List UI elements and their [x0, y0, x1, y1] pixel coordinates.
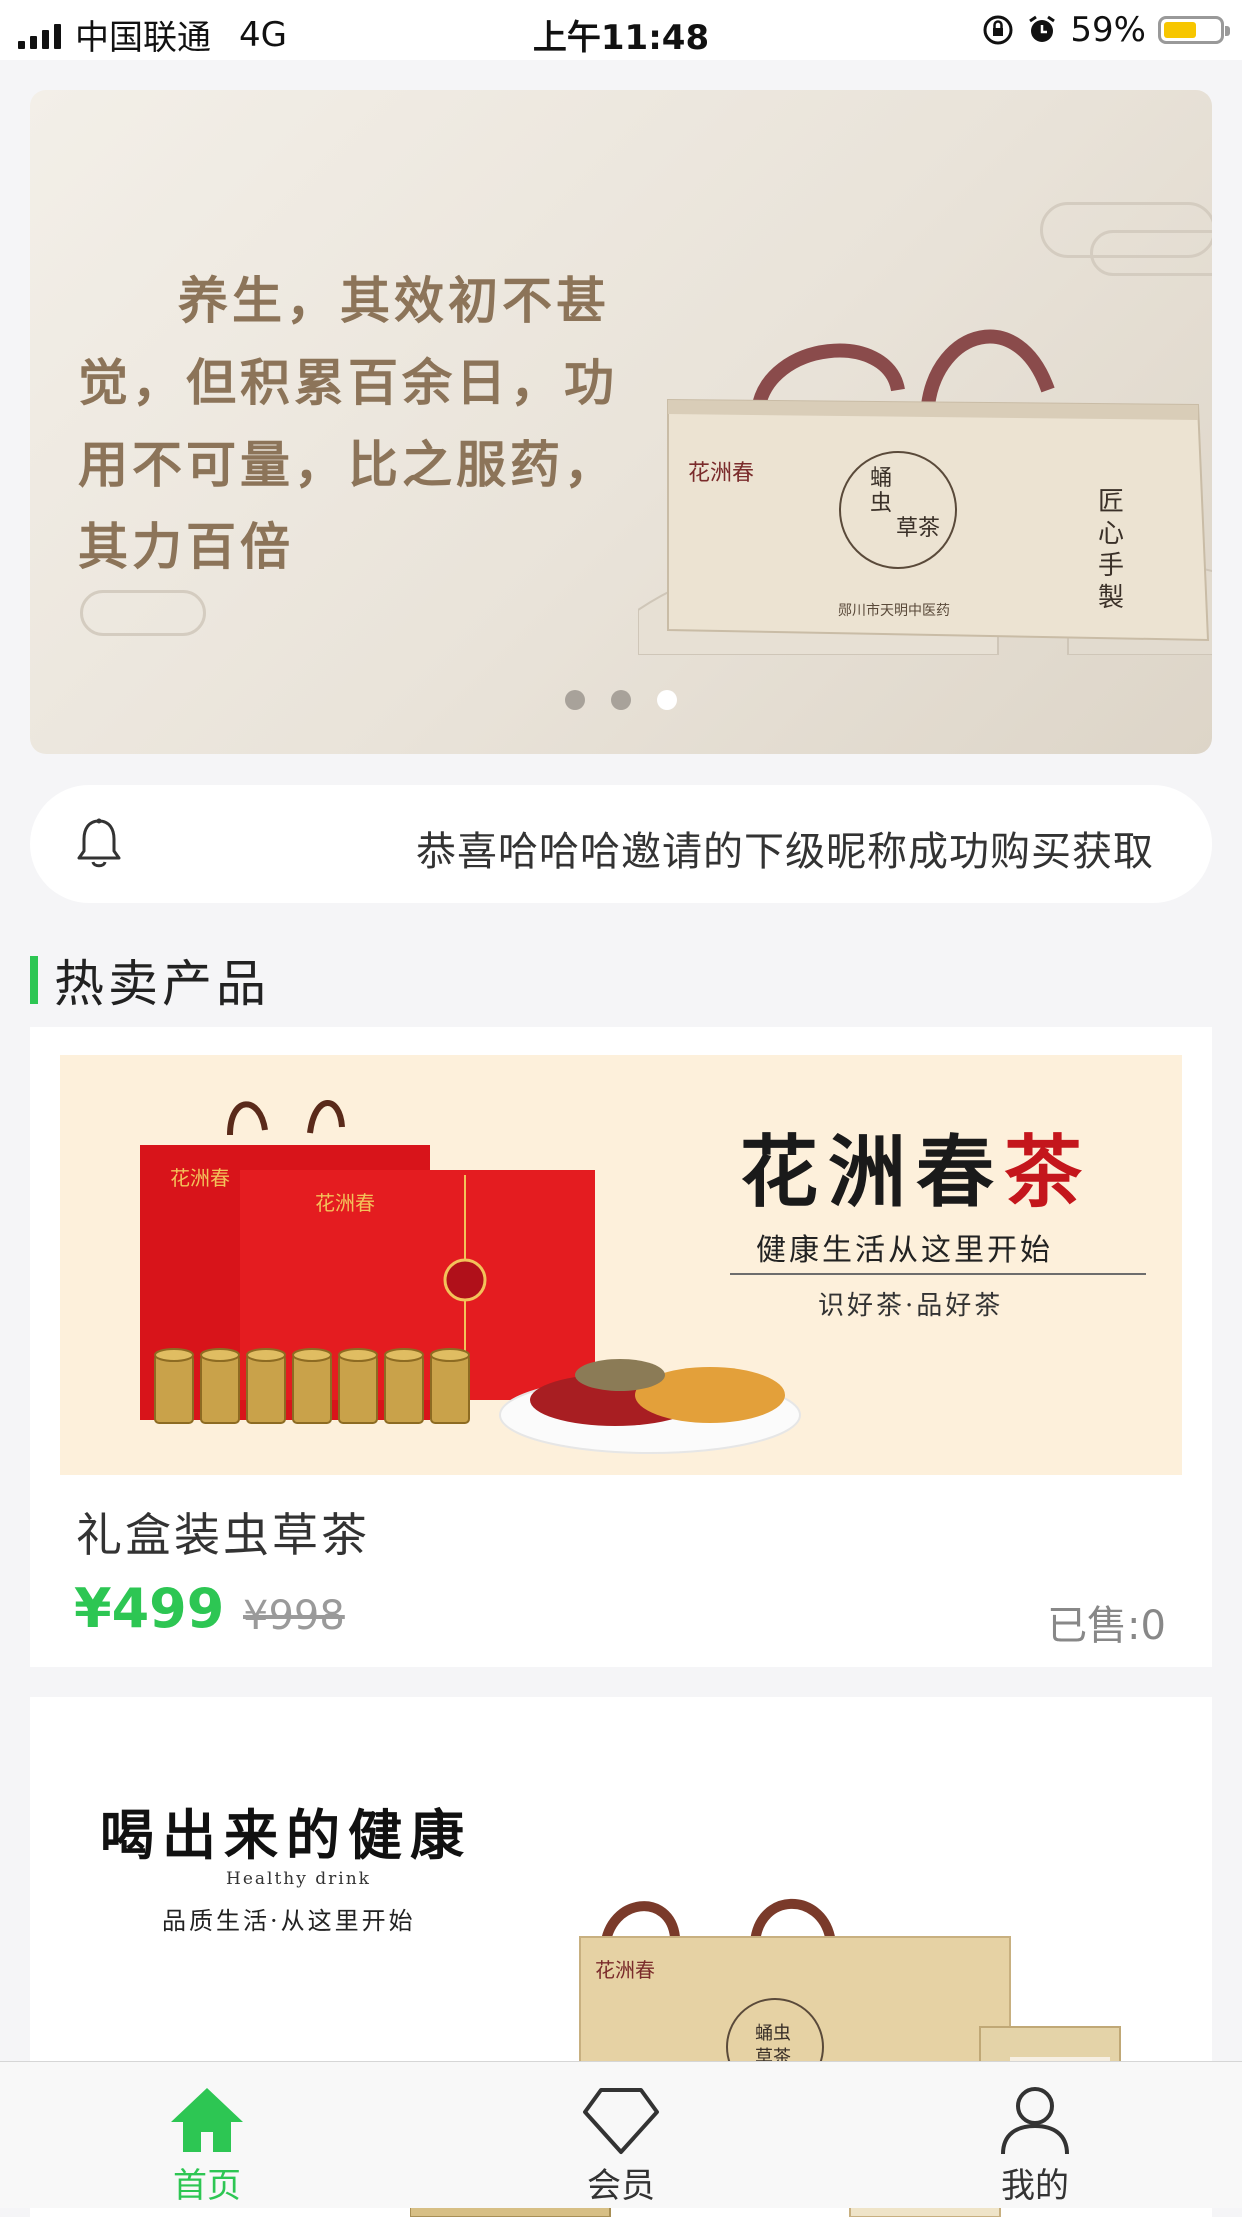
product-image[interactable]: 花洲春 花洲春 花洲春茶 健康生活从这里开始 识好茶·品好茶 — [60, 1055, 1182, 1475]
tab-member[interactable]: 会员 — [414, 2062, 828, 2209]
bottom-tab-bar: 首页 会员 我的 — [0, 2061, 1242, 2208]
svg-text:花洲春: 花洲春 — [170, 1166, 230, 1190]
gift-box-image: 蛹 虫 草茶 花洲春 郧川市天明中医药 匠 心 手 製 — [638, 329, 1212, 655]
banner-slogan: 养生，其效初不甚觉，但积累百余日，功用不可量，比之服药，其力百倍 — [78, 271, 618, 576]
tab-home[interactable]: 首页 — [0, 2062, 414, 2209]
carousel-dots[interactable] — [30, 690, 1212, 710]
svg-text:花洲春: 花洲春 — [315, 1191, 375, 1215]
battery-fill — [1164, 22, 1196, 38]
carousel-dot[interactable] — [657, 690, 677, 710]
product-name[interactable]: 礼盒装虫草茶 — [76, 1499, 370, 1565]
orientation-lock-icon — [983, 15, 1013, 45]
carousel-dot[interactable] — [565, 690, 585, 710]
diamond-icon — [583, 2088, 659, 2154]
svg-text:花洲春: 花洲春 — [688, 461, 754, 486]
svg-text:蛹: 蛹 — [870, 466, 892, 491]
product-image-english: Healthy drink — [226, 1869, 371, 1889]
product-sold-count: 已售:0 — [1047, 1603, 1166, 1649]
battery-icon — [1158, 16, 1230, 44]
svg-text:郧川市天明中医药: 郧川市天明中医药 — [838, 602, 950, 619]
svg-text:手: 手 — [1098, 551, 1124, 581]
notice-text: 恭喜哈哈哈邀请的下级昵称成功购买获取 — [416, 829, 1154, 875]
carousel-dot[interactable] — [611, 690, 631, 710]
section-header: 热卖产品 — [30, 950, 270, 1013]
section-title: 热卖产品 — [54, 955, 270, 1013]
svg-text:心: 心 — [1098, 519, 1124, 549]
brand-headline-accent: 茶 — [1004, 1127, 1093, 1218]
alarm-icon — [1029, 15, 1056, 42]
notice-fade — [1172, 785, 1212, 903]
brand-tagline: 健康生活从这里开始 — [756, 1233, 1053, 1268]
home-icon — [171, 2088, 243, 2152]
brand-slogan: 识好茶·品好茶 — [818, 1291, 1004, 1321]
person-icon — [1001, 2087, 1069, 2155]
status-bar: 中国联通 4G 上午11:48 59% — [0, 0, 1242, 60]
svg-text:花洲春: 花洲春 — [595, 1958, 655, 1982]
decorative-cloud — [1090, 230, 1212, 276]
svg-text:草茶: 草茶 — [896, 516, 940, 541]
notice-bar[interactable]: 恭喜哈哈哈邀请的下级昵称成功购买获取 — [30, 785, 1212, 903]
product-price: ¥499 — [74, 1577, 225, 1640]
svg-text:蛹虫: 蛹虫 — [755, 2023, 791, 2044]
tab-label: 会员 — [587, 2166, 655, 2206]
status-right: 59% — [982, 10, 1230, 50]
tab-mine[interactable]: 我的 — [828, 2062, 1242, 2209]
tab-label: 首页 — [173, 2166, 241, 2206]
decorative-cloud — [80, 590, 206, 636]
brand-headline: 花洲春茶 — [740, 1110, 1092, 1222]
svg-text:匠: 匠 — [1098, 487, 1124, 517]
promo-banner[interactable]: 养生，其效初不甚觉，但积累百余日，功用不可量，比之服药，其力百倍 蛹 虫 草茶 … — [30, 90, 1212, 754]
divider — [730, 1273, 1146, 1275]
brand-headline-main: 花洲春 — [740, 1127, 1005, 1218]
product-original-price: ¥998 — [243, 1593, 345, 1639]
svg-text:虫: 虫 — [870, 491, 892, 516]
bell-icon — [77, 818, 121, 868]
product-card[interactable]: 花洲春 花洲春 花洲春茶 健康生活从这里开始 识好茶·品好茶 礼盒装虫草茶 ¥4… — [30, 1027, 1212, 1667]
section-accent-bar — [30, 956, 38, 1004]
product-image-tagline: 品质生活·从这里开始 — [162, 1907, 416, 1935]
svg-text:製: 製 — [1098, 583, 1124, 613]
battery-percent: 59% — [1070, 10, 1146, 50]
tab-label: 我的 — [1001, 2166, 1069, 2206]
